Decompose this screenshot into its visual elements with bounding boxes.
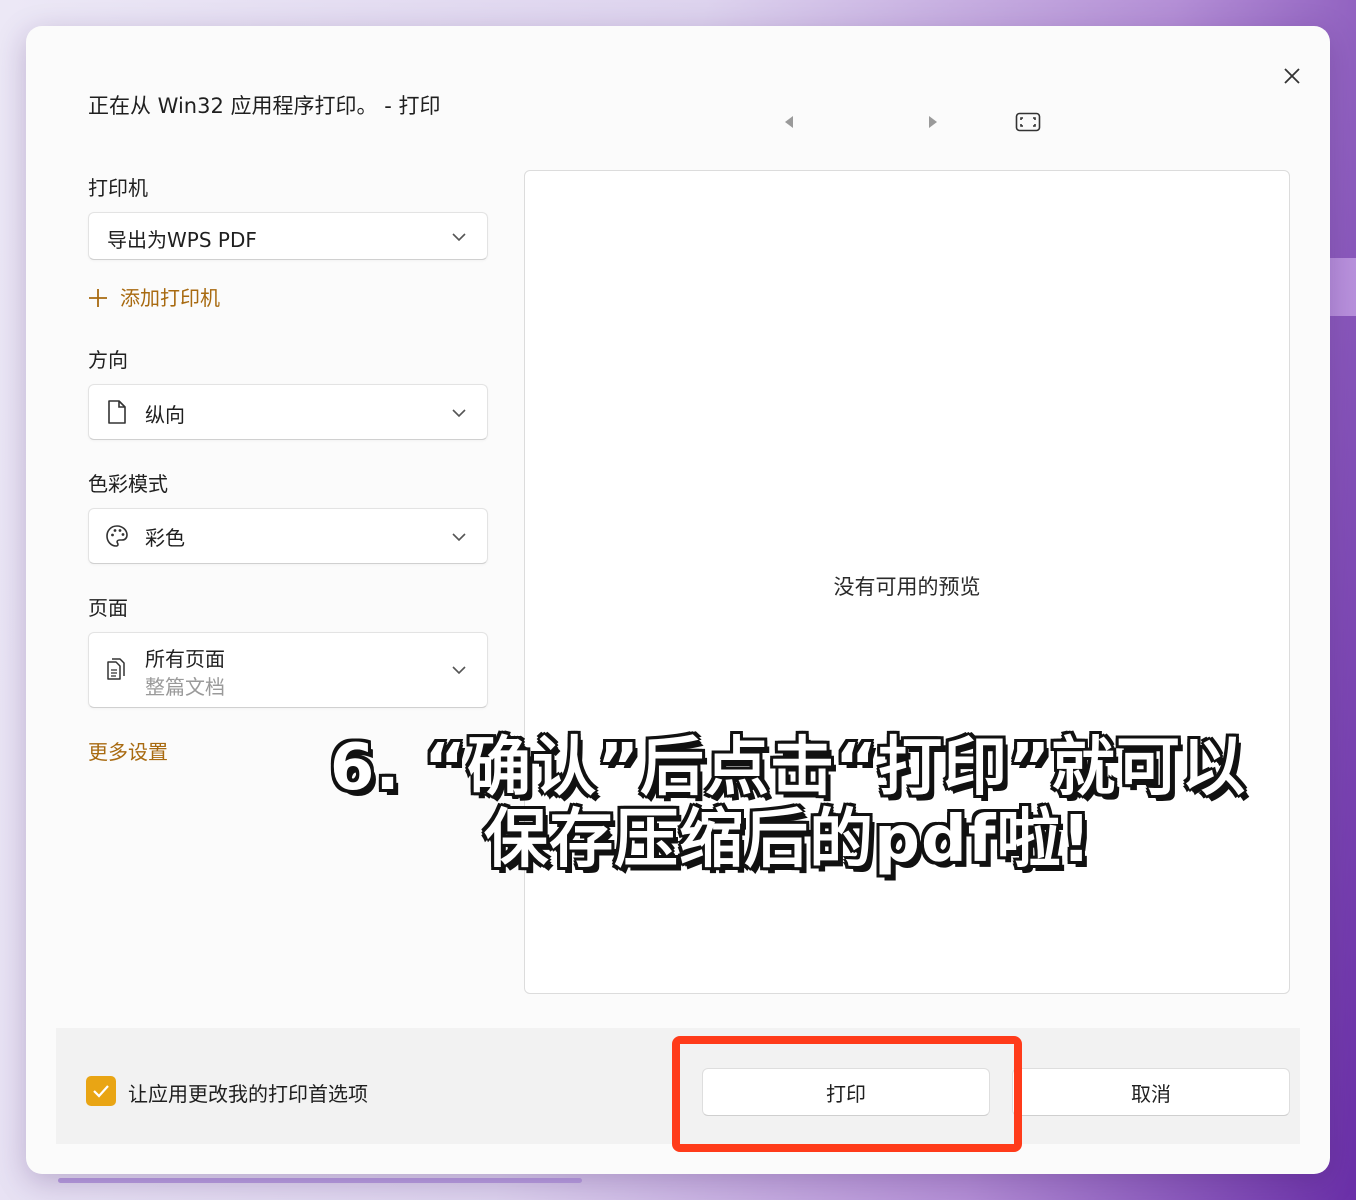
close-icon (1284, 68, 1300, 84)
fit-preview-button[interactable] (1014, 110, 1042, 134)
pages-label: 页面 (88, 596, 128, 620)
color-mode-select[interactable]: 彩色 (88, 508, 488, 564)
preferences-checkbox[interactable] (86, 1076, 116, 1106)
chevron-down-icon (452, 666, 466, 675)
preferences-checkbox-label: 让应用更改我的打印首选项 (128, 1082, 368, 1106)
tutorial-caption: 6. “确认”后点击“打印”就可以 保存压缩后的pdf啦! (308, 732, 1268, 876)
printer-label: 打印机 (88, 176, 148, 200)
palette-icon (106, 525, 128, 547)
printer-value: 导出为WPS PDF (107, 228, 257, 252)
preview-message: 没有可用的预览 (833, 575, 981, 599)
more-settings-link[interactable]: 更多设置 (88, 736, 168, 765)
printer-select[interactable]: 导出为WPS PDF (88, 212, 488, 260)
chevron-down-icon (452, 533, 466, 542)
pages-value: 所有页面 (145, 647, 225, 671)
checkmark-icon (93, 1085, 109, 1098)
pages-select[interactable]: 所有页面 整篇文档 (88, 632, 488, 708)
print-button[interactable]: 打印 (702, 1068, 990, 1116)
color-mode-value: 彩色 (145, 526, 185, 550)
add-printer-label: 添加打印机 (120, 286, 220, 310)
fit-screen-icon (1015, 112, 1041, 132)
orientation-label: 方向 (88, 348, 128, 372)
taskbar-indicator (58, 1178, 582, 1183)
chevron-down-icon (452, 409, 466, 418)
dialog-title: 正在从 Win32 应用程序打印。 - 打印 (88, 94, 441, 118)
pages-icon (107, 658, 125, 680)
page-icon (108, 400, 126, 424)
caption-line-2: 保存压缩后的pdf啦! (484, 803, 1092, 877)
close-button[interactable] (1278, 62, 1306, 90)
next-page-button[interactable] (922, 112, 944, 132)
color-mode-label: 色彩模式 (88, 472, 168, 496)
caption-line-1: 6. “确认”后点击“打印”就可以 (329, 731, 1247, 805)
triangle-right-icon (929, 116, 937, 128)
pages-sub: 整篇文档 (145, 675, 225, 699)
triangle-left-icon (785, 116, 793, 128)
add-printer-link[interactable]: 添加打印机 (88, 282, 220, 311)
prev-page-button[interactable] (778, 112, 800, 132)
plus-icon (89, 289, 107, 307)
print-dialog: 正在从 Win32 应用程序打印。 - 打印 打印机 导出为WPS PDF 添加… (26, 26, 1330, 1174)
cancel-button[interactable]: 取消 (1012, 1068, 1290, 1116)
chevron-down-icon (452, 233, 466, 242)
orientation-value: 纵向 (145, 403, 185, 427)
orientation-select[interactable]: 纵向 (88, 384, 488, 440)
